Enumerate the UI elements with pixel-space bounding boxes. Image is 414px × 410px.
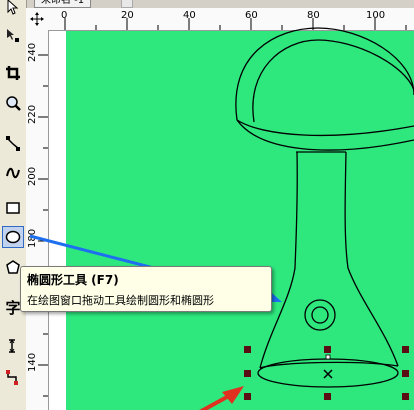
selection-handle xyxy=(244,393,251,400)
lamp-dome-rim-inner xyxy=(236,119,414,137)
selection-handle xyxy=(402,346,409,353)
selection-handle xyxy=(244,346,251,353)
tooltip-description: 在绘图窗口拖动工具绘制圆形和椭圆形 xyxy=(27,294,214,307)
lamp-stem-right xyxy=(344,151,399,367)
selection-handles xyxy=(244,346,409,400)
canvas-drawing xyxy=(29,27,414,410)
selection-handle xyxy=(324,393,331,400)
lamp-drawing xyxy=(235,27,414,388)
tooltip-title: 椭圆形工具 (F7) xyxy=(27,273,119,287)
lamp-knob-inner xyxy=(311,306,329,324)
selection-handle xyxy=(402,370,409,377)
selection-handle xyxy=(402,393,409,400)
ellipse-node xyxy=(325,354,331,360)
lamp-stem-left xyxy=(259,151,298,369)
lamp-knob-outer xyxy=(304,299,336,331)
red-annotation-arrow xyxy=(199,386,244,410)
selection-handle xyxy=(244,370,251,377)
center-marker-icon xyxy=(323,369,333,379)
selection-handle xyxy=(324,346,331,353)
lamp-dome-outer xyxy=(235,27,414,121)
tool-tooltip: 椭圆形工具 (F7) 在绘图窗口拖动工具绘制圆形和椭圆形 xyxy=(20,266,272,312)
